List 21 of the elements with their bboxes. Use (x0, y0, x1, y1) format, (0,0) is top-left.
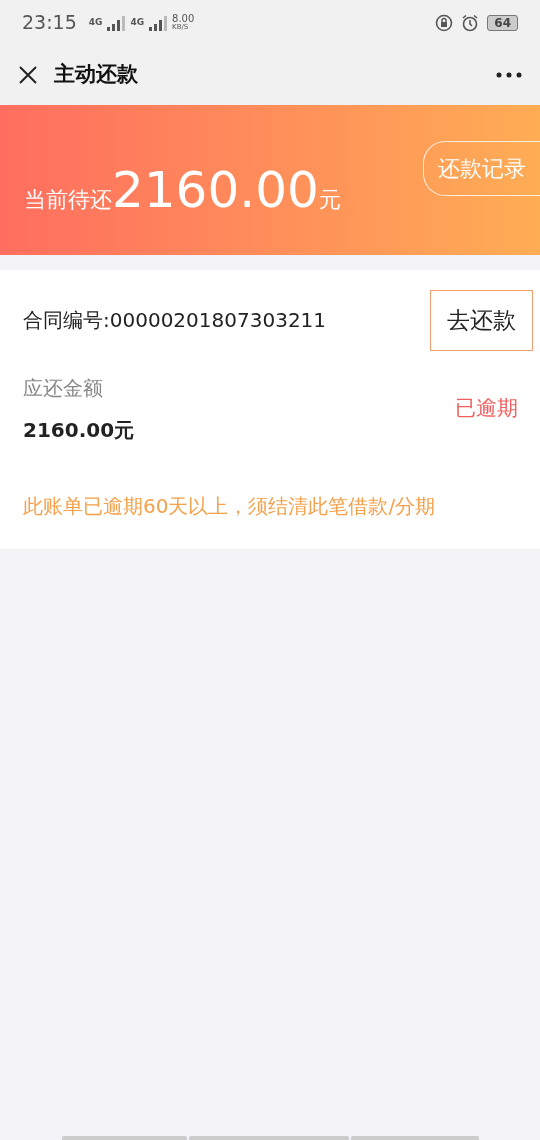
more-icon[interactable] (496, 72, 522, 78)
warning-text: 此账单已逾期60天以上，须结清此笔借款/分期 (23, 492, 437, 520)
alarm-icon (461, 13, 480, 32)
network-speed: 8.00 (172, 14, 195, 24)
currency-unit: 元 (318, 185, 341, 214)
amount-label: 应还金额 (23, 374, 104, 402)
contract-number: 合同编号:00000201807303211 (23, 307, 327, 335)
status-label: 已逾期 (455, 394, 518, 422)
due-label: 当前待还 (24, 186, 112, 214)
signal-icon (106, 14, 127, 31)
close-icon[interactable] (18, 65, 38, 85)
network-label: 4G (130, 15, 145, 29)
status-time: 23:15 (22, 10, 77, 36)
pay-button[interactable]: 去还款 (430, 290, 533, 351)
network-label: 4G (88, 15, 103, 29)
due-total: 2160.00 (112, 164, 319, 215)
signal-icon (148, 14, 169, 31)
rotation-lock-icon (435, 13, 454, 32)
amount-value: 2160.00元 (23, 416, 135, 444)
battery-indicator: 64 (487, 14, 518, 31)
page-title: 主动还款 (54, 61, 138, 89)
